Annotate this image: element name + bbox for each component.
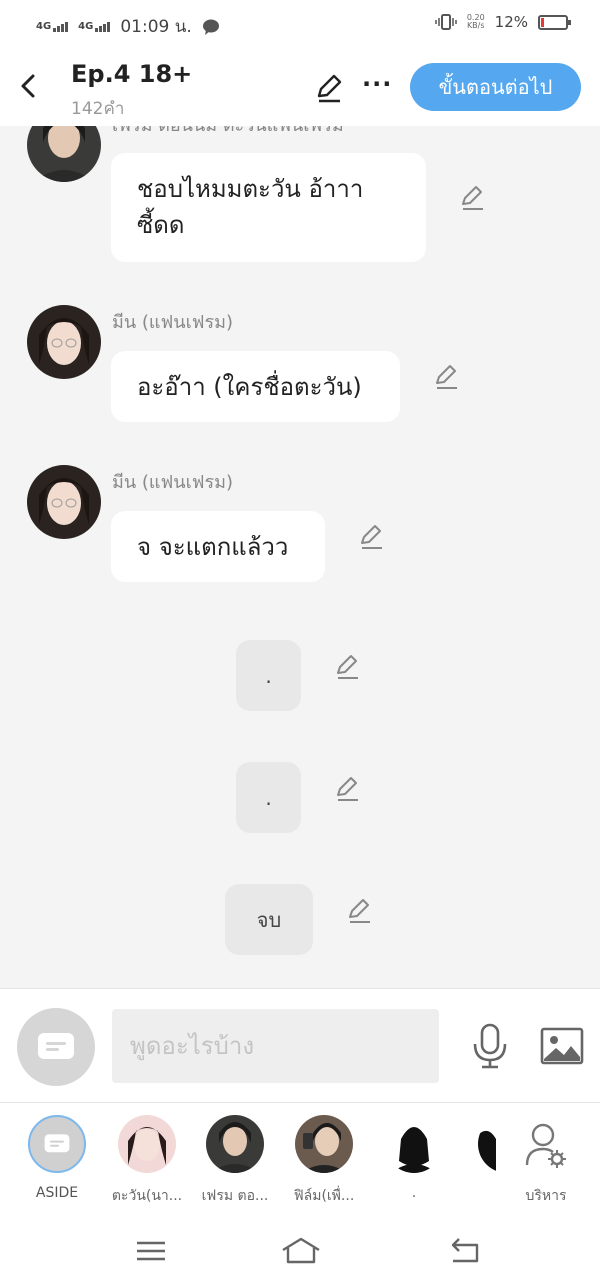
character-label: ASIDE [35,1185,79,1201]
speed-unit: KB/s [466,21,485,30]
page-title: Ep.4 18+ [71,60,193,88]
back-icon[interactable] [448,1236,482,1266]
edit-pencil-icon[interactable] [458,184,486,212]
narration-text: . [265,785,272,810]
character-label: ตะวัน(นา... [111,1188,183,1204]
character-label: เฟรม ตอ... [201,1188,269,1204]
image-icon[interactable] [540,1026,584,1066]
microphone-icon[interactable] [470,1022,510,1070]
manage-characters-button[interactable]: บริหาร [501,1115,591,1207]
narration-bubble[interactable]: . [236,762,301,833]
message-text: ชอบไหมมตะวัน อ้าาา [137,175,364,203]
vibrate-icon [435,14,457,30]
signal-icon: 4G [36,21,69,32]
network-type: 4G [78,21,94,32]
chat-bubble[interactable]: ชอบไหมมตะวัน อ้าาา ซี้ดด [111,153,426,262]
chat-bubble[interactable]: จ จะแตกแล้วว [111,511,325,582]
narration-bubble[interactable]: . [236,640,301,711]
edit-pencil-icon[interactable] [432,363,460,391]
character-label: บริหาร [525,1188,567,1204]
message-text: จ จะแตกแล้วว [137,533,289,561]
network-speed: 0.20 KB/s [467,14,485,30]
character-item[interactable]: ตะวัน(นา... [102,1115,192,1207]
character-item[interactable]: . [369,1115,459,1201]
chat-area: เฟรม ตอนนี้มี ตะวันแฟนเฟรม ชอบไหมมตะวัน … [0,126,600,988]
edit-pencil-icon[interactable] [333,775,361,803]
message-text: อะอ๊าา (ใครชื่อตะวัน) [137,373,362,401]
battery-icon [538,14,571,30]
character-name: เฟรม ตอนนี้มี ตะวันแฟนเฟรม [112,126,344,139]
avatar [478,1115,496,1173]
chat-bubble[interactable]: อะอ๊าา (ใครชื่อตะวัน) [111,351,400,422]
status-bar: 4G 4G 01:09 น. 0.20 KB/s 12% [0,0,600,48]
character-label: ฟิล์ม(เพื่... [293,1188,355,1204]
character-item[interactable]: ฟิล์ม(เพื่... [279,1115,369,1207]
character-selector: ASIDE ตะวัน(นา... เฟรม ตอ... ฟิล์ม(เพื่.… [0,1102,600,1214]
back-arrow-icon[interactable] [18,72,38,100]
message-text: ซี้ดด [137,211,185,239]
menu-icon[interactable] [134,1236,168,1266]
app-header: Ep.4 18+ 142คำ ··· ขั้นตอนต่อไป [0,48,600,126]
character-aside[interactable]: ASIDE [12,1115,102,1201]
battery-percent: 12% [494,13,528,31]
character-name: มีน (แฟนเฟรม) [112,312,234,333]
message-input[interactable] [112,1009,439,1083]
input-bar [0,988,600,1102]
avatar[interactable] [27,305,101,379]
avatar[interactable] [27,126,101,182]
avatar [206,1115,264,1173]
edit-pencil-icon[interactable] [313,72,345,104]
character-name: มีน (แฟนเฟรม) [112,472,234,493]
edit-pencil-icon[interactable] [345,897,373,925]
character-item[interactable]: เฟรม ตอ... [190,1115,280,1207]
signal-icon: 4G [78,21,111,32]
avatar[interactable] [27,465,101,539]
edit-pencil-icon[interactable] [357,523,385,551]
more-options-icon[interactable]: ··· [362,70,392,98]
edit-pencil-icon[interactable] [333,653,361,681]
chat-bubble-icon [38,1033,74,1059]
aside-toggle-button[interactable] [17,1008,95,1086]
narration-text: . [265,663,272,688]
character-label: . [411,1185,417,1201]
home-icon[interactable] [280,1236,322,1266]
clock: 01:09 น. [120,17,192,37]
chat-notification-icon [202,19,219,35]
system-nav-bar [0,1214,600,1287]
avatar [118,1115,176,1173]
narration-bubble[interactable]: จบ [225,884,313,955]
narration-text: จบ [256,907,282,932]
character-item[interactable] [458,1115,496,1185]
next-step-button[interactable]: ขั้นตอนต่อไป [410,63,581,111]
avatar [295,1115,353,1173]
avatar [385,1115,443,1173]
chat-bubble-icon [44,1134,70,1153]
user-settings-icon [525,1123,566,1168]
word-count: 142คำ [71,99,125,119]
network-type: 4G [36,21,52,32]
